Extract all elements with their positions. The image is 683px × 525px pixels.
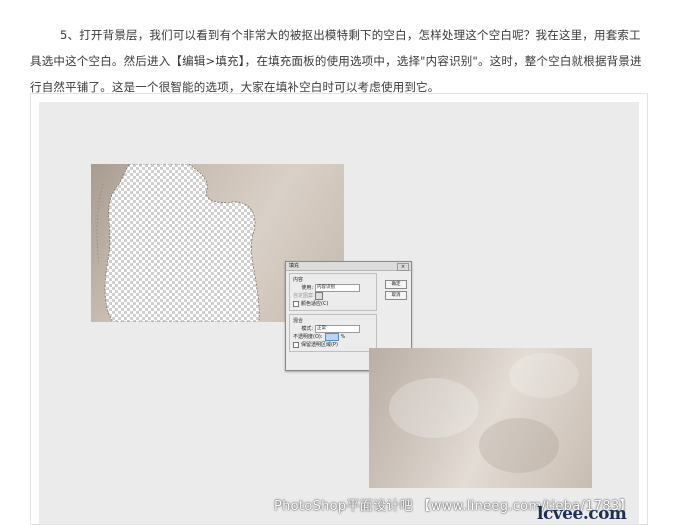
opacity-unit: % [340, 334, 346, 340]
preserve-transparency-label: 保留透明区域(P) [301, 342, 338, 348]
article-paragraph: 5、打开背景层，我们可以看到有个非常大的被抠出模特剩下的空白，怎样处理这个空白呢… [30, 27, 642, 94]
texture-blot [389, 378, 479, 438]
site-logo: lcvee.com [537, 504, 627, 524]
pattern-picker[interactable] [315, 292, 323, 300]
photoshop-canvas: 填充 × 内容 使用: 内容识别 自定图案: 颜色适应(C) 混合 模式: 正常 [39, 102, 639, 524]
blending-group-label: 混合 [293, 318, 304, 324]
use-select[interactable]: 内容识别 [315, 284, 360, 292]
color-adapt-checkbox[interactable] [293, 301, 299, 307]
opacity-input[interactable] [324, 333, 339, 341]
preserve-transparency-checkbox[interactable] [293, 342, 299, 348]
texture-blot [479, 418, 559, 473]
opacity-label: 不透明度(O): [293, 334, 323, 340]
color-adapt-label: 颜色适应(C) [301, 301, 329, 307]
cancel-button[interactable]: 取消 [385, 291, 407, 300]
close-icon[interactable]: × [397, 263, 409, 271]
filled-result-photo [369, 348, 592, 488]
mode-label: 模式: [301, 326, 313, 332]
texture-blot [509, 353, 579, 398]
dialog-title: 填充 [289, 263, 300, 269]
screenshot-frame: 填充 × 内容 使用: 内容识别 自定图案: 颜色适应(C) 混合 模式: 正常 [30, 93, 648, 525]
custom-pattern-label: 自定图案: [293, 293, 315, 299]
contents-group: 内容 使用: 内容识别 自定图案: 颜色适应(C) [289, 273, 377, 311]
contents-group-label: 内容 [293, 277, 304, 283]
blending-group: 混合 模式: 正常 不透明度(O): % 保留透明区域(P) [289, 314, 377, 352]
ok-button[interactable]: 确定 [385, 280, 407, 289]
mode-select[interactable]: 正常 [315, 325, 360, 333]
dialog-titlebar: 填充 × [286, 262, 411, 271]
use-label: 使用: [301, 285, 313, 291]
